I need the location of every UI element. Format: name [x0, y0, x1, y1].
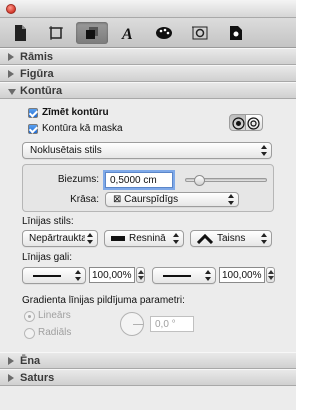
section-outline-label: Kontūra — [20, 85, 63, 97]
outline-inside-icon — [232, 117, 245, 130]
disclosure-triangle-icon — [8, 70, 14, 78]
tab-image[interactable] — [220, 22, 252, 44]
popup-arrows-icon — [87, 233, 93, 244]
tab-document[interactable] — [4, 22, 36, 44]
section-shape[interactable]: Figūra — [0, 65, 296, 82]
section-contents[interactable]: Saturs — [0, 369, 296, 386]
section-shape-label: Figūra — [20, 68, 54, 80]
title-bar — [0, 0, 296, 18]
inspector-footer — [0, 386, 296, 410]
outline-style-popup[interactable]: Noklusētais stils — [22, 142, 272, 159]
thickness-label: Biezums: — [57, 174, 99, 185]
section-contents-label: Saturs — [20, 372, 55, 384]
line-end-scale-value: 100,00% — [222, 270, 262, 281]
ruler-icon — [49, 26, 63, 40]
tab-ruler[interactable] — [40, 22, 72, 44]
section-frame-label: Rāmis — [20, 51, 54, 63]
popup-arrows-icon — [261, 145, 267, 156]
color-label: Krāsa: — [70, 194, 99, 205]
gradient-radial-radio[interactable] — [24, 328, 35, 339]
line-end-popup[interactable] — [152, 267, 216, 284]
line-join-icon — [197, 234, 213, 244]
tab-colors[interactable] — [148, 22, 180, 44]
line-cap-value: Resninā — [129, 233, 166, 244]
color-palette-icon — [156, 27, 172, 39]
popup-arrows-icon — [205, 270, 211, 281]
popup-arrows-icon — [75, 270, 81, 281]
gradient-angle-field[interactable]: 0,0 ° — [150, 316, 194, 332]
gradient-linear-radio[interactable] — [24, 311, 35, 322]
outline-as-mask-checkbox[interactable] — [28, 124, 38, 134]
outline-panel: Zīmēt kontūru Kontūra kā maska Noklusēta… — [0, 102, 296, 352]
thickness-value: 0,5000 cm — [110, 175, 157, 186]
disclosure-triangle-icon — [8, 89, 16, 95]
outline-mode-button-2[interactable] — [246, 114, 263, 131]
gradient-label: Gradienta līnijas pildījuma parametri: — [22, 295, 185, 306]
color-popup[interactable]: ⊠ Caurspīdīgs — [105, 192, 239, 207]
graphic-icon — [86, 27, 98, 39]
line-end-scale-field[interactable]: 100,00% — [219, 267, 265, 283]
gradient-angle-dial[interactable] — [120, 312, 144, 336]
dash-style-value: Nepārtraukta — [29, 233, 85, 244]
outline-style-value: Noklusētais stils — [30, 145, 102, 156]
draw-outline-checkbox[interactable] — [28, 108, 38, 118]
metrics-icon — [192, 26, 208, 40]
line-cap-icon — [111, 236, 125, 241]
inspector-window: A Rāmis Figūra Kontūra Zīmēt kontūru Kon… — [0, 0, 296, 410]
dash-style-popup[interactable]: Nepārtraukta — [22, 230, 98, 247]
line-start-scale-value: 100,00% — [92, 270, 132, 281]
line-start-scale-field[interactable]: 100,00% — [89, 267, 135, 283]
text-icon: A — [121, 26, 133, 42]
document-icon — [15, 25, 26, 41]
disclosure-triangle-icon — [8, 374, 14, 382]
popup-arrows-icon — [228, 194, 234, 205]
line-start-preview — [33, 275, 61, 277]
line-end-preview — [163, 275, 191, 277]
color-value: ⊠ Caurspīdīgs — [113, 194, 179, 205]
angle-dial-hand — [133, 324, 143, 325]
disclosure-triangle-icon — [8, 357, 14, 365]
disclosure-triangle-icon — [8, 53, 14, 61]
line-end-scale-stepper[interactable] — [266, 267, 275, 283]
line-style-label: Līnijas stils: — [22, 216, 74, 227]
outline-settings-box: Biezums: 0,5000 cm Krāsa: ⊠ Caurspīdīgs — [22, 164, 274, 212]
tab-metrics[interactable] — [184, 22, 216, 44]
line-join-value: Taisns — [217, 233, 246, 244]
inspector-tab-bar: A — [0, 18, 296, 48]
tab-text[interactable]: A — [112, 22, 144, 44]
image-icon — [230, 26, 242, 40]
close-button[interactable] — [6, 4, 16, 14]
gradient-angle-value: 0,0 ° — [155, 319, 176, 330]
line-start-scale-stepper[interactable] — [136, 267, 145, 283]
line-start-popup[interactable] — [22, 267, 86, 284]
svg-text:A: A — [121, 26, 133, 42]
thickness-slider-knob[interactable] — [193, 175, 205, 186]
section-frame[interactable]: Rāmis — [0, 48, 296, 65]
line-ends-label: Līnijas gali: — [22, 252, 73, 263]
popup-arrows-icon — [173, 233, 179, 244]
line-cap-popup[interactable]: Resninā — [104, 230, 184, 247]
outline-as-mask-label: Kontūra kā maska — [42, 123, 123, 134]
thickness-field[interactable]: 0,5000 cm — [105, 172, 173, 188]
gradient-linear-label: Lineārs — [38, 310, 71, 321]
outline-mode-button-1[interactable] — [229, 114, 246, 131]
popup-arrows-icon — [261, 233, 267, 244]
gradient-radial-label: Radiāls — [38, 327, 72, 338]
section-shadow[interactable]: Ēna — [0, 352, 296, 369]
outline-outside-icon — [247, 117, 260, 130]
draw-outline-label: Zīmēt kontūru — [42, 107, 109, 118]
line-join-popup[interactable]: Taisns — [190, 230, 272, 247]
tab-graphic[interactable] — [76, 22, 108, 44]
section-outline[interactable]: Kontūra — [0, 82, 296, 99]
section-shadow-label: Ēna — [20, 355, 41, 367]
